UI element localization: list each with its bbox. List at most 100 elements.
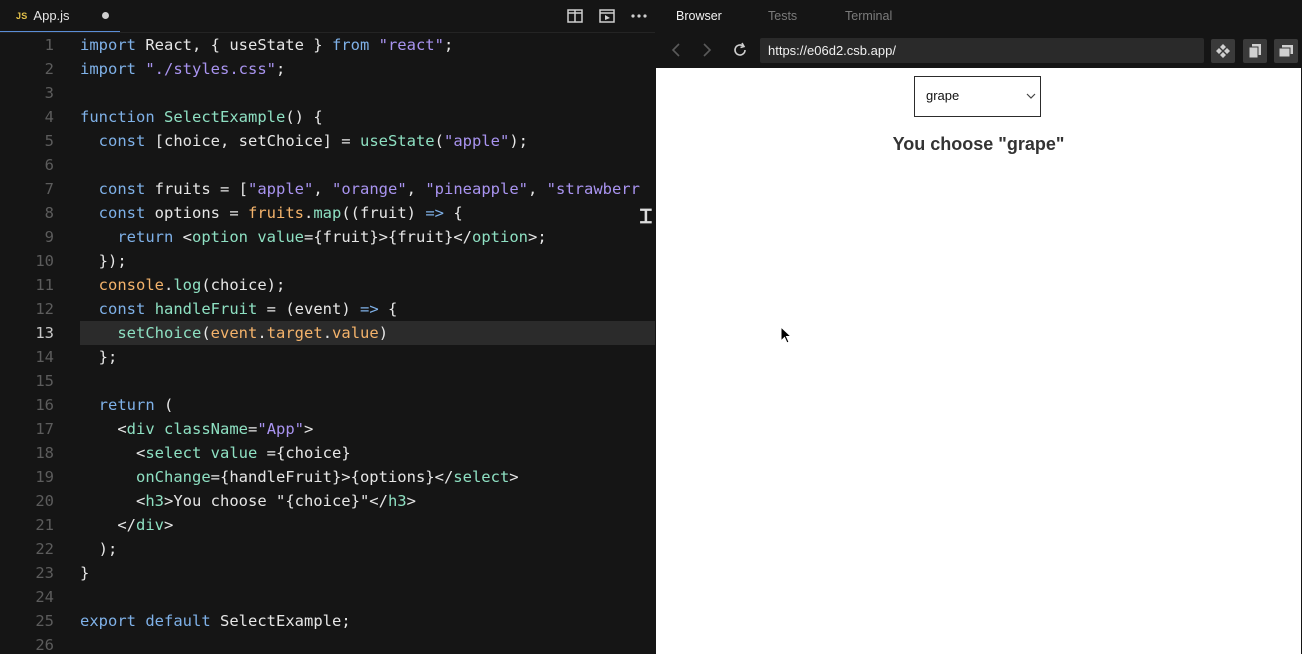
line-text: setChoice(event.target.value) xyxy=(117,324,389,342)
line-number: 2 xyxy=(44,60,54,78)
code-line-26[interactable]: 26 xyxy=(0,633,655,654)
line-number: 6 xyxy=(44,156,54,174)
chevron-down-icon xyxy=(1026,93,1036,99)
line-number: 7 xyxy=(44,180,54,198)
code-line-11[interactable]: 11 console.log(choice); xyxy=(0,273,655,297)
browser-nav-bar: https://e06d2.csb.app/ xyxy=(655,34,1302,66)
copy-icon xyxy=(1248,44,1261,59)
code-line-20[interactable]: 20 <h3>You choose "{choice}"</h3> xyxy=(0,489,655,513)
line-text: }); xyxy=(80,252,127,270)
line-text: const fruits = ["apple", "orange", "pine… xyxy=(98,180,640,198)
file-tab-label: App.js xyxy=(33,8,70,23)
preview-toggle-button[interactable] xyxy=(591,0,623,32)
preview-page: grape You choose "grape" xyxy=(656,68,1301,654)
line-text: const [choice, setChoice] = useState("ap… xyxy=(98,132,528,150)
fruit-select-value: grape xyxy=(926,88,960,103)
js-file-icon: JS xyxy=(16,10,28,21)
more-dots-icon xyxy=(631,14,647,18)
line-number: 17 xyxy=(35,420,54,438)
line-text: <select value ={choice} xyxy=(80,444,351,462)
code-line-4[interactable]: 4 function SelectExample() { xyxy=(0,105,655,129)
tab-terminal[interactable]: Terminal xyxy=(845,9,892,23)
choice-heading: You choose "grape" xyxy=(892,134,1065,154)
code-line-6[interactable]: 6 xyxy=(0,153,655,177)
code-line-10[interactable]: 10 }); xyxy=(0,249,655,273)
line-text: function SelectExample() { xyxy=(80,108,323,126)
line-text: import React, { useState } from "react"; xyxy=(80,36,454,54)
code-line-3[interactable]: 3 xyxy=(0,81,655,105)
line-text: </div> xyxy=(80,516,174,534)
line-number: 24 xyxy=(35,588,54,606)
line-number: 1 xyxy=(44,36,54,54)
tab-tests[interactable]: Tests xyxy=(768,9,797,23)
unsaved-dot-icon[interactable] xyxy=(102,12,109,19)
line-text: return ( xyxy=(98,396,174,414)
line-number: 22 xyxy=(35,540,54,558)
tab-browser[interactable]: Browser xyxy=(676,9,722,23)
split-view-button[interactable] xyxy=(559,0,591,32)
line-text: ); xyxy=(80,540,118,558)
line-number: 8 xyxy=(44,204,54,222)
url-bar[interactable]: https://e06d2.csb.app/ xyxy=(760,38,1204,63)
forward-arrow-icon xyxy=(703,43,712,57)
preview-window-icon xyxy=(599,9,615,23)
split-view-icon xyxy=(567,9,583,23)
code-line-23[interactable]: 23} xyxy=(0,561,655,585)
line-text: const options = fruits.map((fruit) => { xyxy=(98,204,463,222)
line-number: 4 xyxy=(44,108,54,126)
line-number: 19 xyxy=(35,468,54,486)
code-line-21[interactable]: 21 </div> xyxy=(0,513,655,537)
preview-pane: Browser Tests Terminal https://e06d2.csb… xyxy=(655,0,1302,654)
code-line-9[interactable]: 9 return <option value={fruit}>{fruit}</… xyxy=(0,225,655,249)
line-number: 21 xyxy=(35,516,54,534)
line-number: 26 xyxy=(35,636,54,654)
code-line-8[interactable]: 8 const options = fruits.map((fruit) => … xyxy=(0,201,655,225)
code-editor[interactable]: JS App.js 1 import React, { useState } fr… xyxy=(0,0,655,654)
devtools-button[interactable] xyxy=(1211,39,1235,63)
line-number: 14 xyxy=(35,348,54,366)
code-line-18[interactable]: 18 <select value ={choice} xyxy=(0,441,655,465)
code-line-16[interactable]: 16 return ( xyxy=(0,393,655,417)
code-line-7[interactable]: 7 const fruits = ["apple", "orange", "pi… xyxy=(0,177,655,201)
more-options-button[interactable] xyxy=(623,0,655,32)
line-text: <h3>You choose "{choice}"</h3> xyxy=(80,492,416,510)
code-line-5[interactable]: 5 const [choice, setChoice] = useState("… xyxy=(0,129,655,153)
code-line-19[interactable]: 19 onChange={handleFruit}>{options}</sel… xyxy=(0,465,655,489)
code-line-24[interactable]: 24 xyxy=(0,585,655,609)
line-number: 15 xyxy=(35,372,54,390)
code-line-14[interactable]: 14 }; xyxy=(0,345,655,369)
move-icon xyxy=(1216,44,1230,58)
line-text: } xyxy=(80,564,90,582)
line-text: export default SelectExample; xyxy=(80,612,351,630)
open-new-window-button[interactable] xyxy=(1243,39,1267,63)
back-button[interactable] xyxy=(664,38,688,62)
code-line-12[interactable]: 12 const handleFruit = (event) => { xyxy=(0,297,655,321)
line-number: 20 xyxy=(35,492,54,510)
line-text: import "./styles.css"; xyxy=(80,60,286,78)
refresh-button[interactable] xyxy=(728,38,752,62)
code-line-1[interactable]: 1 import React, { useState } from "react"… xyxy=(0,33,655,57)
line-number: 13 xyxy=(35,324,54,342)
code-area[interactable]: 1 import React, { useState } from "react"… xyxy=(0,33,655,654)
code-line-25[interactable]: 25 export default SelectExample; xyxy=(0,609,655,633)
line-number: 9 xyxy=(44,228,54,246)
preview-tabs: Browser Tests Terminal xyxy=(655,0,1302,32)
file-tab-app-js[interactable]: JS App.js xyxy=(0,0,120,32)
code-line-2[interactable]: 2 import "./styles.css"; xyxy=(0,57,655,81)
line-text: <div className="App"> xyxy=(80,420,314,438)
line-number: 5 xyxy=(44,132,54,150)
fruit-select[interactable]: grape xyxy=(914,76,1041,117)
forward-button[interactable] xyxy=(695,38,719,62)
code-line-17[interactable]: 17 <div className="App"> xyxy=(0,417,655,441)
code-line-15[interactable]: 15 xyxy=(0,369,655,393)
code-line-22[interactable]: 22 ); xyxy=(0,537,655,561)
line-number: 16 xyxy=(35,396,54,414)
layout-button[interactable] xyxy=(1274,39,1298,63)
line-number: 11 xyxy=(35,276,54,294)
line-text: const handleFruit = (event) => { xyxy=(98,300,398,318)
back-arrow-icon xyxy=(671,43,680,57)
line-number: 12 xyxy=(35,300,54,318)
code-line-13[interactable]: 13 setChoice(event.target.value) xyxy=(0,321,655,345)
refresh-icon xyxy=(734,42,746,56)
text-cursor-icon: Ꮖ xyxy=(640,206,653,228)
